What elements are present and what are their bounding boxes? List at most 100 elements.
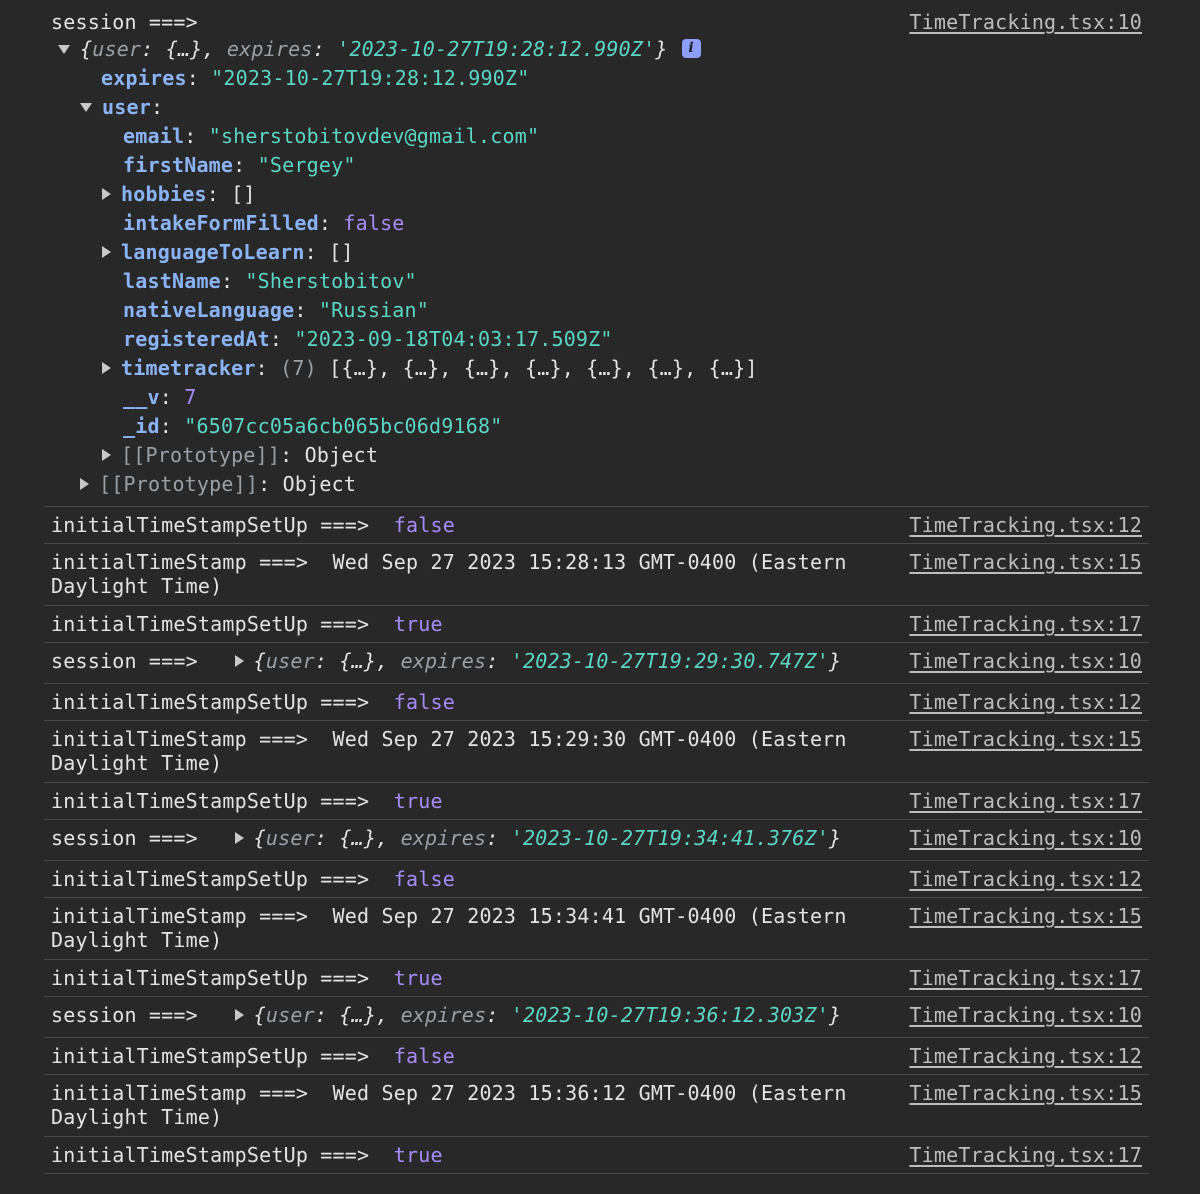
row-separator xyxy=(44,506,1149,507)
object-summary-row[interactable]: {user: {…}, expires: '2023-10-27T19:28:1… xyxy=(58,35,701,64)
log-value: false xyxy=(393,690,455,714)
source-link[interactable]: TimeTracking.tsx:12 xyxy=(909,511,1142,540)
source-link[interactable]: TimeTracking.tsx:17 xyxy=(909,610,1142,639)
row-separator xyxy=(44,897,1149,898)
log-label: initialTimeStampSetUp ===> xyxy=(51,1143,370,1167)
log-value: true xyxy=(393,789,443,813)
triangle-down-icon[interactable] xyxy=(58,44,70,54)
object-summary[interactable]: {user: {…}, expires: '2023-10-27T19:29:3… xyxy=(254,649,842,673)
log-label: initialTimeStampSetUp ===> xyxy=(51,966,370,990)
log-label: initialTimeStamp ===> xyxy=(51,727,309,751)
message-text: initialTimeStampSetUp ===> false xyxy=(51,867,455,891)
log-label: initialTimeStampSetUp ===> xyxy=(51,789,370,813)
property-id: _id: "6507cc05a6cb065bc06d9168" xyxy=(123,414,503,438)
row-separator xyxy=(44,642,1149,643)
source-link[interactable]: TimeTracking.tsx:12 xyxy=(909,688,1142,717)
message-text: initialTimeStamp ===> Wed Sep 27 2023 15… xyxy=(51,1081,847,1129)
log-label: initialTimeStamp ===> xyxy=(51,1081,309,1105)
source-link[interactable]: TimeTracking.tsx:17 xyxy=(909,1141,1142,1170)
log-value: false xyxy=(393,867,455,891)
source-link[interactable]: TimeTracking.tsx:10 xyxy=(909,647,1142,676)
row-separator xyxy=(44,1173,1149,1174)
triangle-right-icon[interactable] xyxy=(102,188,111,200)
property-user-prototype[interactable]: [[Prototype]]: Object xyxy=(102,441,378,470)
source-link[interactable]: TimeTracking.tsx:10 xyxy=(909,1001,1142,1030)
triangle-right-icon[interactable] xyxy=(80,478,89,490)
log-label: session ===> xyxy=(51,649,198,673)
triangle-right-icon[interactable] xyxy=(234,832,244,844)
source-link[interactable]: TimeTracking.tsx:12 xyxy=(909,1042,1142,1071)
row-separator xyxy=(44,1074,1149,1075)
source-link[interactable]: TimeTracking.tsx:15 xyxy=(909,725,1142,754)
message-text: initialTimeStampSetUp ===> false xyxy=(51,690,455,714)
object-summary: {user: {…}, expires: '2023-10-27T19:28:1… xyxy=(80,37,668,61)
row-separator xyxy=(44,683,1149,684)
console-message: session ===> xyxy=(51,8,198,37)
log-label: session ===> xyxy=(51,10,198,34)
object-summary[interactable]: {user: {…}, expires: '2023-10-27T19:36:1… xyxy=(254,1003,842,1027)
log-label: initialTimeStamp ===> xyxy=(51,550,309,574)
log-label: initialTimeStampSetUp ===> xyxy=(51,690,370,714)
message-text: initialTimeStamp ===> Wed Sep 27 2023 15… xyxy=(51,904,847,952)
object-summary[interactable]: {user: {…}, expires: '2023-10-27T19:34:4… xyxy=(254,826,842,850)
log-label: session ===> xyxy=(51,826,198,850)
source-link[interactable]: TimeTracking.tsx:12 xyxy=(909,865,1142,894)
row-separator xyxy=(44,860,1149,861)
property-expires: expires: "2023-10-27T19:28:12.990Z" xyxy=(101,66,530,90)
triangle-right-icon[interactable] xyxy=(102,246,111,258)
message-text: initialTimeStampSetUp ===> true xyxy=(51,1143,443,1167)
property-email: email: "sherstobitovdev@gmail.com" xyxy=(123,124,540,148)
property-hobbies[interactable]: hobbies: [] xyxy=(102,180,256,209)
info-icon[interactable]: i xyxy=(681,39,701,58)
property-languagetolearn[interactable]: languageToLearn: [] xyxy=(102,238,354,267)
message-text: initialTimeStampSetUp ===> true xyxy=(51,966,443,990)
row-separator xyxy=(44,1136,1149,1137)
row-separator xyxy=(44,720,1149,721)
source-link[interactable]: TimeTracking.tsx:10 xyxy=(909,8,1142,37)
source-link[interactable]: TimeTracking.tsx:10 xyxy=(909,824,1142,853)
log-value: '2023-10-27T19:36:12.303Z' xyxy=(510,1003,830,1027)
triangle-right-icon[interactable] xyxy=(102,362,111,374)
property-timetracker[interactable]: timetracker: (7) [{…}, {…}, {…}, {…}, {…… xyxy=(102,354,758,383)
row-separator xyxy=(44,543,1149,544)
source-link[interactable]: TimeTracking.tsx:15 xyxy=(909,548,1142,577)
message-text: initialTimeStampSetUp ===> true xyxy=(51,789,443,813)
log-value: false xyxy=(393,513,455,537)
property-nativelanguage: nativeLanguage: "Russian" xyxy=(123,298,430,322)
row-separator xyxy=(44,996,1149,997)
log-label: initialTimeStampSetUp ===> xyxy=(51,1044,370,1068)
log-value: true xyxy=(393,966,443,990)
devtools-console: session ===> TimeTracking.tsx:10 {user: … xyxy=(0,0,1200,1194)
log-value: false xyxy=(393,1044,455,1068)
row-separator xyxy=(44,959,1149,960)
source-link[interactable]: TimeTracking.tsx:17 xyxy=(909,787,1142,816)
message-text: initialTimeStamp ===> Wed Sep 27 2023 15… xyxy=(51,727,847,775)
property-lastname: lastName: "Sherstobitov" xyxy=(123,269,417,293)
log-value: '2023-10-27T19:34:41.376Z' xyxy=(510,826,830,850)
row-separator xyxy=(44,1037,1149,1038)
message-text: session ===> {user: {…}, expires: '2023-… xyxy=(51,826,841,850)
triangle-right-icon[interactable] xyxy=(234,1009,244,1021)
log-label: initialTimeStampSetUp ===> xyxy=(51,867,370,891)
row-separator xyxy=(44,605,1149,606)
triangle-down-icon[interactable] xyxy=(80,102,92,112)
message-text: initialTimeStamp ===> Wed Sep 27 2023 15… xyxy=(51,550,847,598)
triangle-right-icon[interactable] xyxy=(234,655,244,667)
property-intakeformfilled: intakeFormFilled: false xyxy=(123,211,405,235)
source-link[interactable]: TimeTracking.tsx:17 xyxy=(909,964,1142,993)
message-text: initialTimeStampSetUp ===> false xyxy=(51,1044,455,1068)
log-value: true xyxy=(393,1143,443,1167)
log-value: true xyxy=(393,612,443,636)
message-text: initialTimeStampSetUp ===> true xyxy=(51,612,443,636)
message-text: initialTimeStampSetUp ===> false xyxy=(51,513,455,537)
log-label: initialTimeStampSetUp ===> xyxy=(51,513,370,537)
source-link[interactable]: TimeTracking.tsx:15 xyxy=(909,1079,1142,1108)
property-registeredat: registeredAt: "2023-09-18T04:03:17.509Z" xyxy=(123,327,613,351)
triangle-right-icon[interactable] xyxy=(102,449,111,461)
source-link[interactable]: TimeTracking.tsx:15 xyxy=(909,902,1142,931)
property-user[interactable]: user: xyxy=(80,93,163,122)
row-separator xyxy=(44,782,1149,783)
property-firstname: firstName: "Sergey" xyxy=(123,153,356,177)
property-prototype[interactable]: [[Prototype]]: Object xyxy=(80,470,356,499)
message-text: session ===> {user: {…}, expires: '2023-… xyxy=(51,1003,841,1027)
